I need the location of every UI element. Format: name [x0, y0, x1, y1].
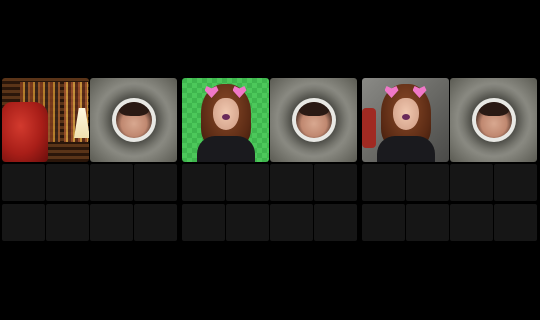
- empty-slot[interactable]: [134, 164, 177, 201]
- blurred-camera-circle-thumbnail[interactable]: [270, 78, 357, 162]
- empty-slot[interactable]: [406, 204, 449, 241]
- effect-group-2: [182, 78, 358, 241]
- empty-slot[interactable]: [2, 204, 45, 241]
- empty-slot[interactable]: [226, 164, 269, 201]
- effect-group-1: [2, 78, 178, 241]
- gray-background-dog-filter-thumbnail[interactable]: [362, 78, 449, 162]
- empty-slot[interactable]: [270, 164, 313, 201]
- effect-group-3: [362, 78, 538, 241]
- green-screen-dog-filter-thumbnail[interactable]: [182, 78, 269, 162]
- empty-slot[interactable]: [46, 204, 89, 241]
- effects-strip: [0, 0, 540, 320]
- body: [196, 136, 255, 162]
- body: [376, 136, 435, 162]
- dog-nose-filter: [221, 114, 230, 120]
- empty-slot[interactable]: [270, 204, 313, 241]
- library-background-thumbnail[interactable]: [2, 78, 89, 162]
- empty-slot[interactable]: [46, 164, 89, 201]
- effect-group-1-thumbnails: [2, 78, 178, 162]
- empty-slot[interactable]: [314, 204, 357, 241]
- empty-slot[interactable]: [182, 204, 225, 241]
- dog-nose-filter: [401, 114, 410, 120]
- empty-slot[interactable]: [2, 164, 45, 201]
- empty-slot[interactable]: [406, 164, 449, 201]
- empty-slot[interactable]: [90, 164, 133, 201]
- empty-slot-grid: [362, 164, 538, 241]
- empty-slot[interactable]: [362, 164, 405, 201]
- empty-slot[interactable]: [90, 204, 133, 241]
- empty-slot[interactable]: [226, 204, 269, 241]
- empty-slot[interactable]: [450, 204, 493, 241]
- empty-slot[interactable]: [134, 204, 177, 241]
- person-preview: [191, 78, 261, 162]
- empty-slot-grid: [182, 164, 358, 241]
- empty-slot[interactable]: [314, 164, 357, 201]
- face-preview: [115, 102, 152, 138]
- face-preview: [295, 102, 332, 138]
- blurred-camera-circle-thumbnail[interactable]: [450, 78, 537, 162]
- empty-slot[interactable]: [494, 164, 537, 201]
- effect-group-2-thumbnails: [182, 78, 358, 162]
- empty-slot[interactable]: [362, 204, 405, 241]
- blurred-camera-circle-thumbnail[interactable]: [90, 78, 177, 162]
- empty-slot-grid: [2, 164, 178, 241]
- armchair: [2, 102, 48, 162]
- person-preview: [371, 78, 441, 162]
- face-preview: [475, 102, 512, 138]
- empty-slot[interactable]: [494, 204, 537, 241]
- empty-slot[interactable]: [450, 164, 493, 201]
- empty-slot[interactable]: [182, 164, 225, 201]
- effect-group-3-thumbnails: [362, 78, 538, 162]
